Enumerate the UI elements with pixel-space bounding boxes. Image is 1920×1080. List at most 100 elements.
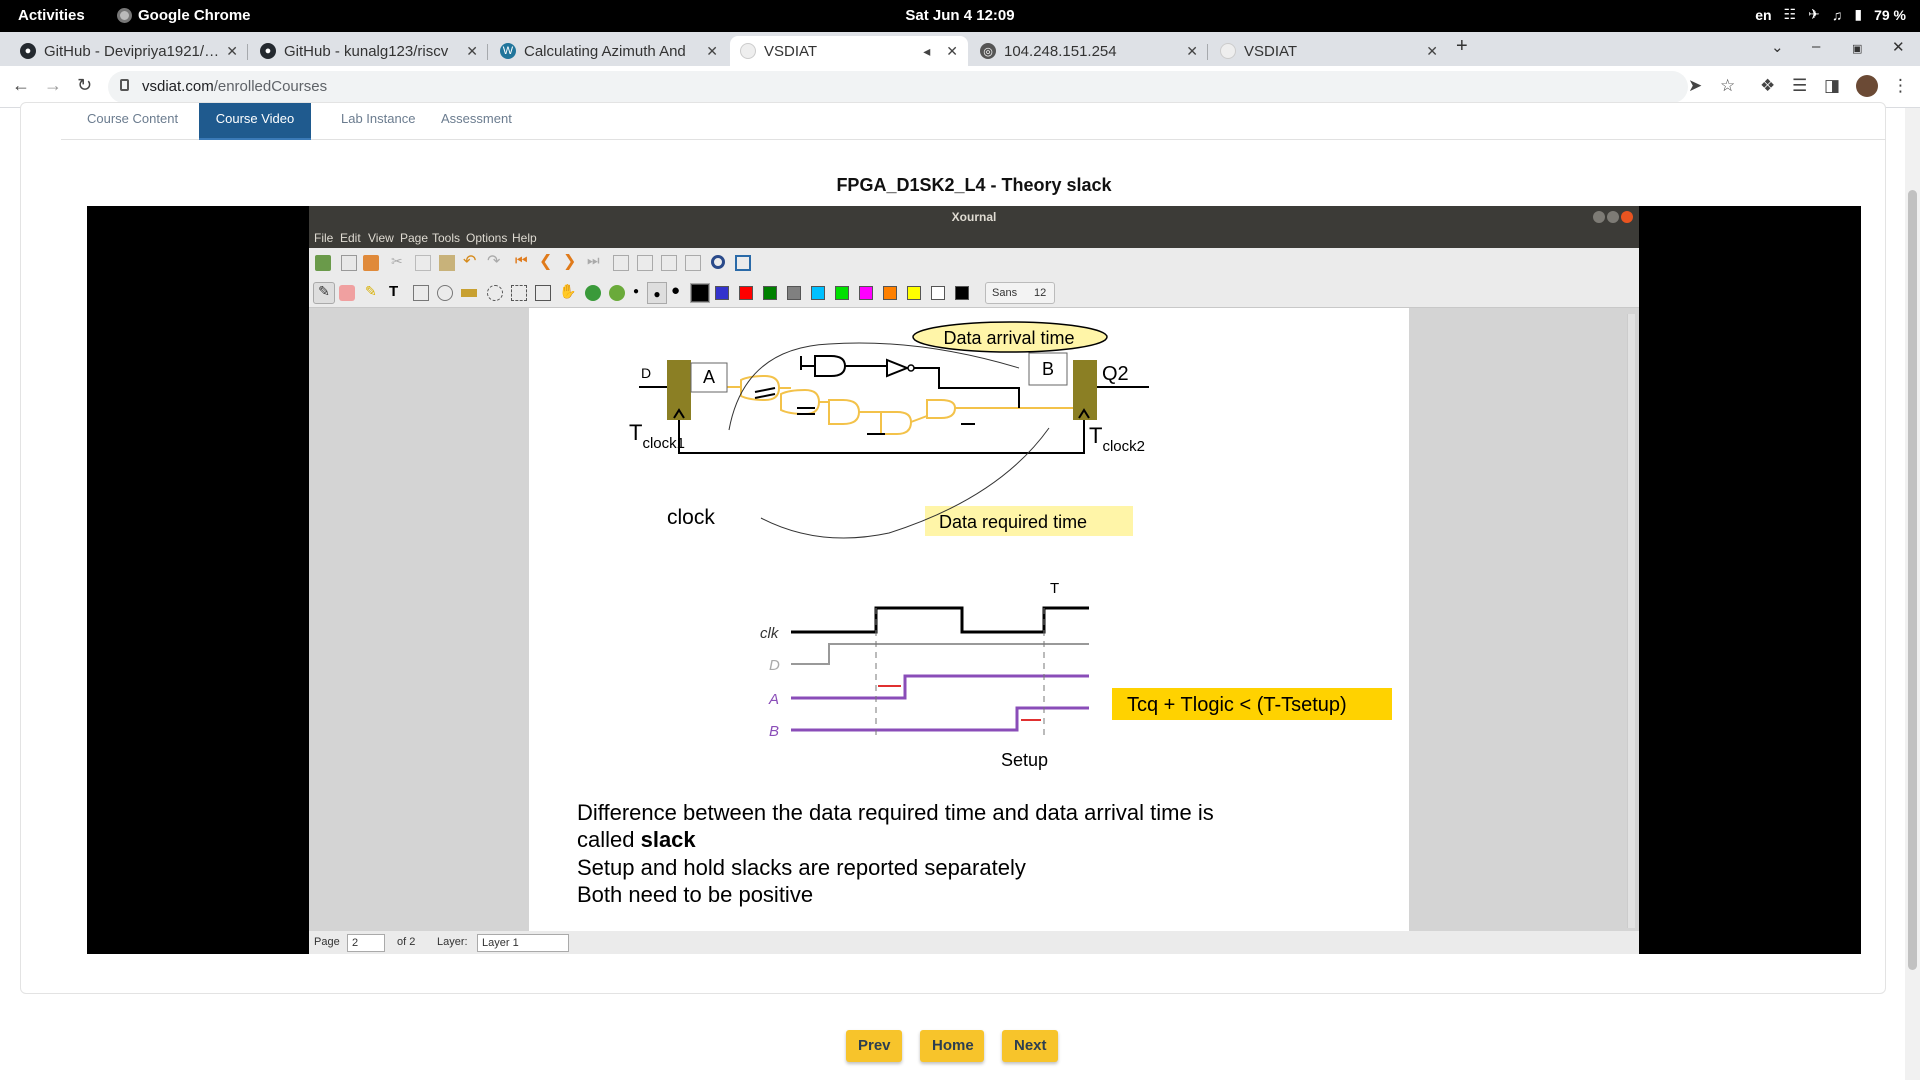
system-tray[interactable]: en ☷ ✈ ♫ ▮ 79 %: [1755, 6, 1906, 23]
node-a-label: A: [703, 367, 715, 387]
timing-b-label: B: [769, 723, 779, 740]
video-player[interactable]: Xournal File Edit View Page Tools Option…: [87, 206, 1861, 954]
back-arrow-icon[interactable]: ←: [12, 75, 30, 96]
shape-recognizer-icon: [437, 285, 453, 301]
os-top-bar: Activities Google Chrome Sat Jun 4 12:09…: [0, 0, 1920, 32]
tab-course-video[interactable]: Course Video: [199, 103, 311, 140]
page-scrollbar[interactable]: [1905, 108, 1920, 1080]
timing-a-label: A: [768, 691, 779, 708]
tab-assessment[interactable]: Assessment: [429, 103, 524, 140]
minimize-icon: [1593, 211, 1605, 223]
scrollbar-thumb[interactable]: [1908, 190, 1917, 970]
color-swatch-green: [763, 286, 777, 300]
tab-lab-instance[interactable]: Lab Instance: [329, 103, 427, 140]
vertical-space-icon: [535, 285, 551, 301]
slide-drawing: A D Q2 B Tclock1 Tclock2 clock Data arri…: [577, 321, 1392, 907]
next-button[interactable]: Next: [1002, 1030, 1058, 1062]
activities-button[interactable]: Activities: [18, 7, 85, 24]
close-window-button[interactable]: ✕: [1892, 38, 1905, 56]
blank-icon: [740, 43, 756, 59]
browser-tab[interactable]: ● GitHub - Devipriya1921/… ✕: [10, 36, 248, 66]
prev-button[interactable]: Prev: [846, 1030, 902, 1062]
close-icon[interactable]: ✕: [1186, 43, 1198, 60]
tclock1-label: Tclock1: [629, 420, 685, 452]
fullscreen-icon: [735, 255, 751, 271]
close-icon[interactable]: ✕: [466, 43, 478, 60]
xournal-title: Xournal: [951, 210, 997, 224]
d-input-label: D: [641, 365, 651, 381]
course-tab-bar: Course Content Course Video Lab Instance…: [61, 103, 1886, 140]
zoom-fit-icon: [613, 255, 629, 271]
browser-tab[interactable]: W Calculating Azimuth And ✕: [490, 36, 728, 66]
medium-dot-icon: ●: [647, 282, 667, 304]
clock[interactable]: Sat Jun 4 12:09: [0, 7, 1920, 24]
menu-options: Options: [466, 231, 508, 245]
color-swatch-yellow: [907, 286, 921, 300]
airplane-icon: ✈: [1808, 6, 1820, 22]
tab-title: GitHub - kunalg123/riscv: [284, 42, 449, 60]
tab-course-content[interactable]: Course Content: [75, 103, 190, 140]
lasso-select-icon: [487, 285, 503, 301]
browser-tab[interactable]: VSDIAT ✕: [1210, 36, 1448, 66]
battery-level: 79 %: [1874, 6, 1906, 23]
browser-tab[interactable]: ● GitHub - kunalg123/riscv ✕: [250, 36, 488, 66]
close-icon[interactable]: ✕: [1426, 43, 1438, 60]
browser-tab-active[interactable]: VSDIAT ◂ ✕: [730, 36, 968, 66]
copy-icon: [415, 255, 431, 271]
close-icon[interactable]: ✕: [946, 43, 958, 60]
browser-tab[interactable]: ◎ 104.248.151.254 ✕: [970, 36, 1208, 66]
default-tool-icon: [585, 285, 601, 301]
cut-icon: ✂: [391, 253, 403, 269]
battery-icon: ▮: [1854, 6, 1863, 22]
slide-text-line-1: Difference between the data required tim…: [577, 800, 1214, 825]
side-panel-icon[interactable]: ◨: [1824, 76, 1840, 96]
xournal-toolbar-pens: ✎ ✎ T ✋ ● ● ● Sans 12: [309, 278, 1639, 308]
previous-page-icon: ❮: [539, 253, 553, 270]
eraser-icon: [339, 285, 355, 301]
minimize-button[interactable]: –: [1812, 38, 1820, 55]
open-folder-icon: [363, 255, 379, 271]
tab-title: 104.248.151.254: [1004, 42, 1117, 60]
extensions-puzzle-icon[interactable]: ❖: [1760, 76, 1775, 96]
github-icon: ●: [260, 43, 276, 59]
app-menu[interactable]: Google Chrome: [117, 7, 251, 24]
q2-output-label: Q2: [1102, 363, 1129, 385]
slide-text-line-3: Setup and hold slacks are reported separ…: [577, 855, 1026, 880]
url-text: vsdiat.com/enrolledCourses: [142, 78, 328, 95]
speaker-icon[interactable]: ◂: [923, 43, 930, 60]
zoom-page-icon: [637, 255, 653, 271]
home-button[interactable]: Home: [920, 1030, 984, 1062]
tab-title: VSDIAT: [764, 42, 818, 60]
close-icon[interactable]: ✕: [226, 43, 238, 60]
color-swatch-magenta: [859, 286, 873, 300]
new-tab-button[interactable]: +: [1456, 35, 1468, 58]
lock-icon[interactable]: [120, 79, 129, 91]
last-page-icon: ⏭: [587, 252, 600, 268]
github-icon: ●: [20, 43, 36, 59]
color-swatch-black: [690, 283, 710, 303]
tab-search-chevron-icon[interactable]: ⌄: [1771, 38, 1784, 56]
profile-avatar[interactable]: [1856, 75, 1878, 97]
reload-icon[interactable]: ↻: [77, 75, 92, 96]
layer-label: Layer:: [437, 936, 468, 948]
close-icon[interactable]: ✕: [706, 43, 718, 60]
kebab-menu-icon[interactable]: ⋮: [1892, 76, 1909, 96]
forward-arrow-icon[interactable]: →: [44, 75, 62, 96]
xournal-statusbar: Page 2 of 2 Layer: Layer 1: [309, 931, 1639, 954]
bookmark-star-icon[interactable]: ☆: [1720, 76, 1735, 96]
maximize-button[interactable]: ▣: [1852, 42, 1862, 55]
page-label: Page: [314, 936, 340, 948]
default-pen-icon: [609, 285, 625, 301]
xournal-page: A D Q2 B Tclock1 Tclock2 clock Data arri…: [529, 308, 1409, 931]
address-bar[interactable]: vsdiat.com/enrolledCourses: [108, 71, 1688, 103]
send-icon[interactable]: ➤: [1688, 76, 1702, 96]
wordpress-icon: W: [500, 43, 516, 59]
color-swatch-lightgreen: [835, 286, 849, 300]
color-swatch-blue: [715, 286, 729, 300]
language-indicator[interactable]: en: [1755, 7, 1771, 23]
font-selector: Sans 12: [985, 282, 1055, 304]
network-icon: ☷: [1783, 6, 1797, 22]
rect-select-icon: [511, 285, 527, 301]
node-b-label: B: [1042, 359, 1054, 379]
media-queue-icon[interactable]: ☰: [1792, 76, 1807, 96]
